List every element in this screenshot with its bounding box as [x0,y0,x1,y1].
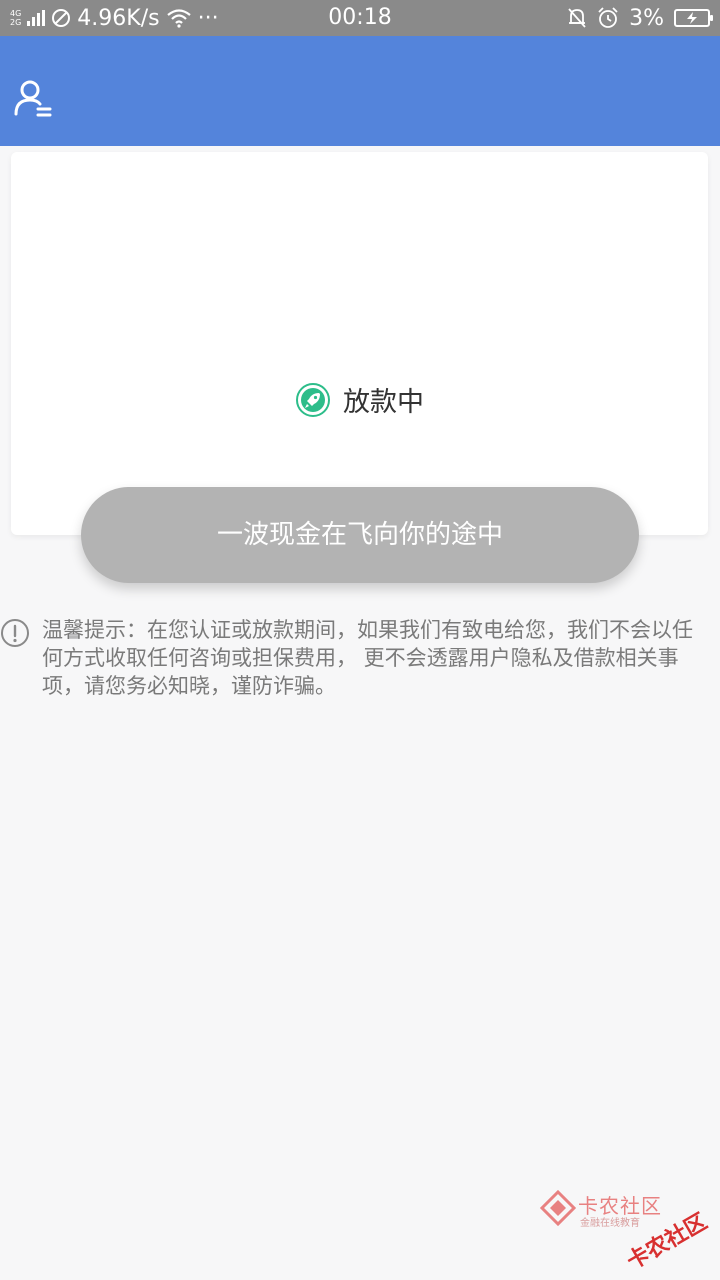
status-right: 3% [567,0,713,36]
user-menu-icon [14,80,52,117]
status-bar: 4G 2G 4.96K/s ··· 00:18 3% [0,0,720,36]
app-header [0,36,720,146]
loan-status: 放款中 [11,380,708,419]
alarm-icon [598,7,618,28]
notice-text: 温馨提示：在您认证或放款期间，如果我们有致电给您，我们不会以任何方式收取任何咨询… [42,618,693,698]
battery-icon [674,9,713,27]
battery-percent: 3% [629,5,664,31]
mute-bell-icon [568,8,586,28]
logo-icon [540,1190,576,1226]
watermark: 卡农社区 金融在线教育 卡农社区 [540,1188,720,1280]
cash-on-the-way-button[interactable]: 一波现金在飞向你的途中 [81,487,639,583]
rocket-icon [296,382,330,417]
profile-button[interactable] [10,76,56,122]
alert-circle-icon [1,619,29,647]
watermark-sub: 金融在线教育 [580,1218,640,1229]
loan-status-label: 放款中 [343,387,424,418]
loan-status-card: 放款中 [11,152,708,535]
